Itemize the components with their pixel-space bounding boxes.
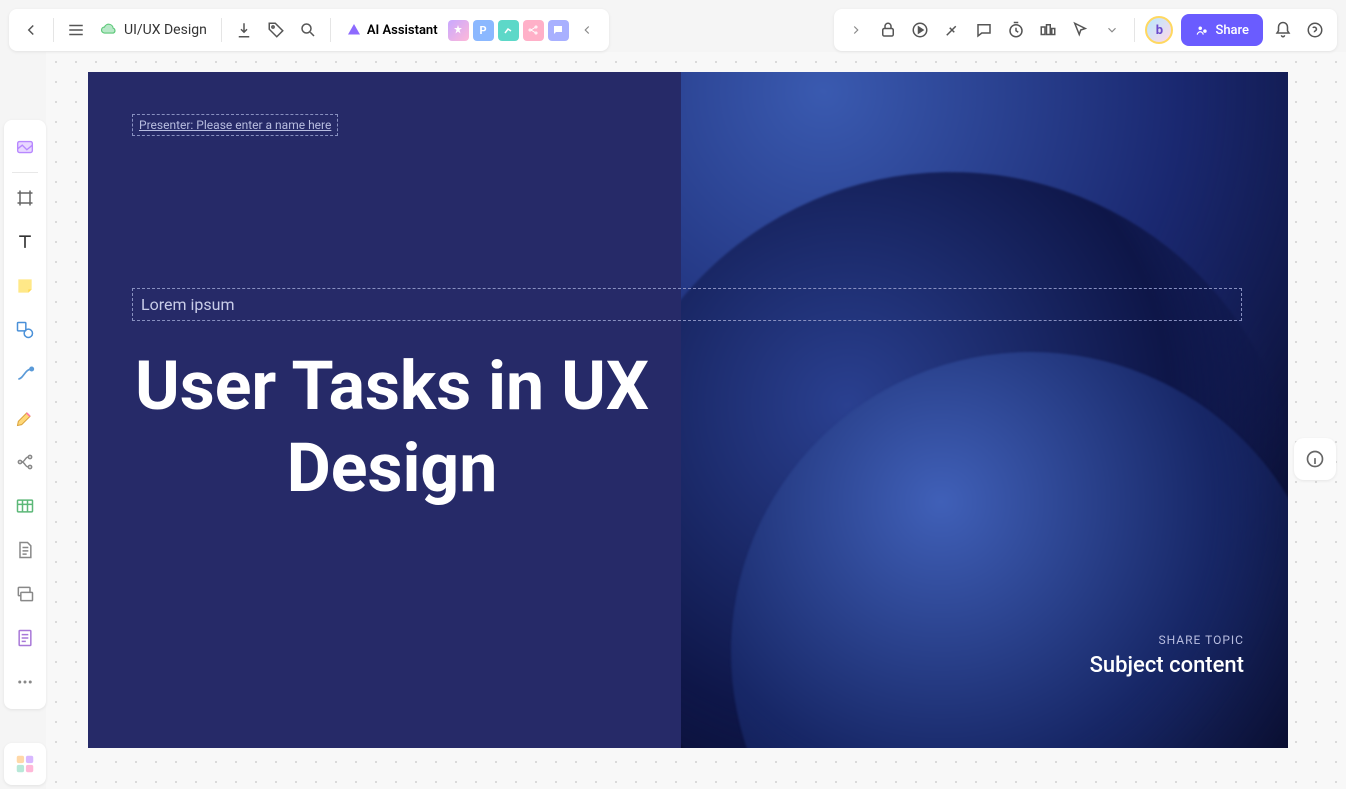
- divider: [221, 18, 222, 42]
- text-tool[interactable]: [8, 225, 42, 259]
- search-button[interactable]: [292, 14, 324, 46]
- share-topic-label: SHARE TOPIC: [1090, 633, 1244, 647]
- menu-button[interactable]: [60, 14, 92, 46]
- slides-tool[interactable]: [8, 577, 42, 611]
- collapse-ai-chips-button[interactable]: [571, 14, 603, 46]
- share-button[interactable]: Share: [1181, 14, 1263, 46]
- toolbar-right: b Share: [834, 9, 1337, 51]
- sticky-note-tool[interactable]: [8, 269, 42, 303]
- divider: [12, 172, 38, 173]
- mindmap-tool[interactable]: [8, 445, 42, 479]
- subtitle-placeholder[interactable]: Lorem ipsum: [132, 288, 1242, 321]
- tag-button[interactable]: [260, 14, 292, 46]
- table-tool[interactable]: [8, 489, 42, 523]
- timer-button[interactable]: [1000, 14, 1032, 46]
- ai-chip-chat[interactable]: [548, 20, 569, 41]
- ai-chip-mindmap[interactable]: [523, 20, 544, 41]
- download-button[interactable]: [228, 14, 260, 46]
- share-topic-content: Subject content: [1090, 653, 1244, 678]
- shape-tool[interactable]: [8, 313, 42, 347]
- templates-tool[interactable]: [8, 130, 42, 164]
- more-tools-button[interactable]: [8, 665, 42, 699]
- share-topic-group[interactable]: SHARE TOPIC Subject content: [1090, 633, 1244, 678]
- presenter-placeholder[interactable]: Presenter: Please enter a name here: [132, 114, 338, 136]
- tool-sidebar: [4, 120, 46, 709]
- document-title-group[interactable]: UI/UX Design: [92, 21, 215, 39]
- divider: [1134, 18, 1135, 42]
- page-tool[interactable]: [8, 621, 42, 655]
- divider: [53, 18, 54, 42]
- ai-chip-chart[interactable]: [498, 20, 519, 41]
- comment-button[interactable]: [968, 14, 1000, 46]
- back-button[interactable]: [15, 14, 47, 46]
- laser-pointer-button[interactable]: [936, 14, 968, 46]
- cloud-sync-icon: [100, 21, 118, 39]
- ai-chip-image[interactable]: [448, 20, 469, 41]
- apps-button[interactable]: [4, 743, 46, 785]
- document-tool[interactable]: [8, 533, 42, 567]
- toolbar-left: UI/UX Design AI Assistant P: [9, 9, 609, 51]
- frames-button[interactable]: [1032, 14, 1064, 46]
- pen-tool[interactable]: [8, 401, 42, 435]
- slide-title[interactable]: User Tasks in UX Design: [132, 346, 652, 509]
- connector-tool[interactable]: [8, 357, 42, 391]
- help-button[interactable]: [1299, 14, 1331, 46]
- user-avatar[interactable]: b: [1145, 16, 1173, 44]
- cursor-button[interactable]: [1064, 14, 1096, 46]
- lock-button[interactable]: [872, 14, 904, 46]
- info-button[interactable]: [1294, 438, 1336, 480]
- expand-tools-button[interactable]: [840, 14, 872, 46]
- more-tools-dropdown[interactable]: [1096, 14, 1128, 46]
- ai-chip-presentation[interactable]: P: [473, 20, 494, 41]
- document-title: UI/UX Design: [124, 22, 207, 38]
- share-button-label: Share: [1215, 23, 1249, 38]
- divider: [330, 18, 331, 42]
- ai-assistant-button[interactable]: AI Assistant: [337, 21, 446, 39]
- notifications-button[interactable]: [1267, 14, 1299, 46]
- slide-frame[interactable]: Presenter: Please enter a name here Lore…: [88, 72, 1288, 748]
- play-button[interactable]: [904, 14, 936, 46]
- ai-assistant-label: AI Assistant: [367, 23, 438, 38]
- ai-logo-icon: [345, 21, 363, 39]
- frame-tool[interactable]: [8, 181, 42, 215]
